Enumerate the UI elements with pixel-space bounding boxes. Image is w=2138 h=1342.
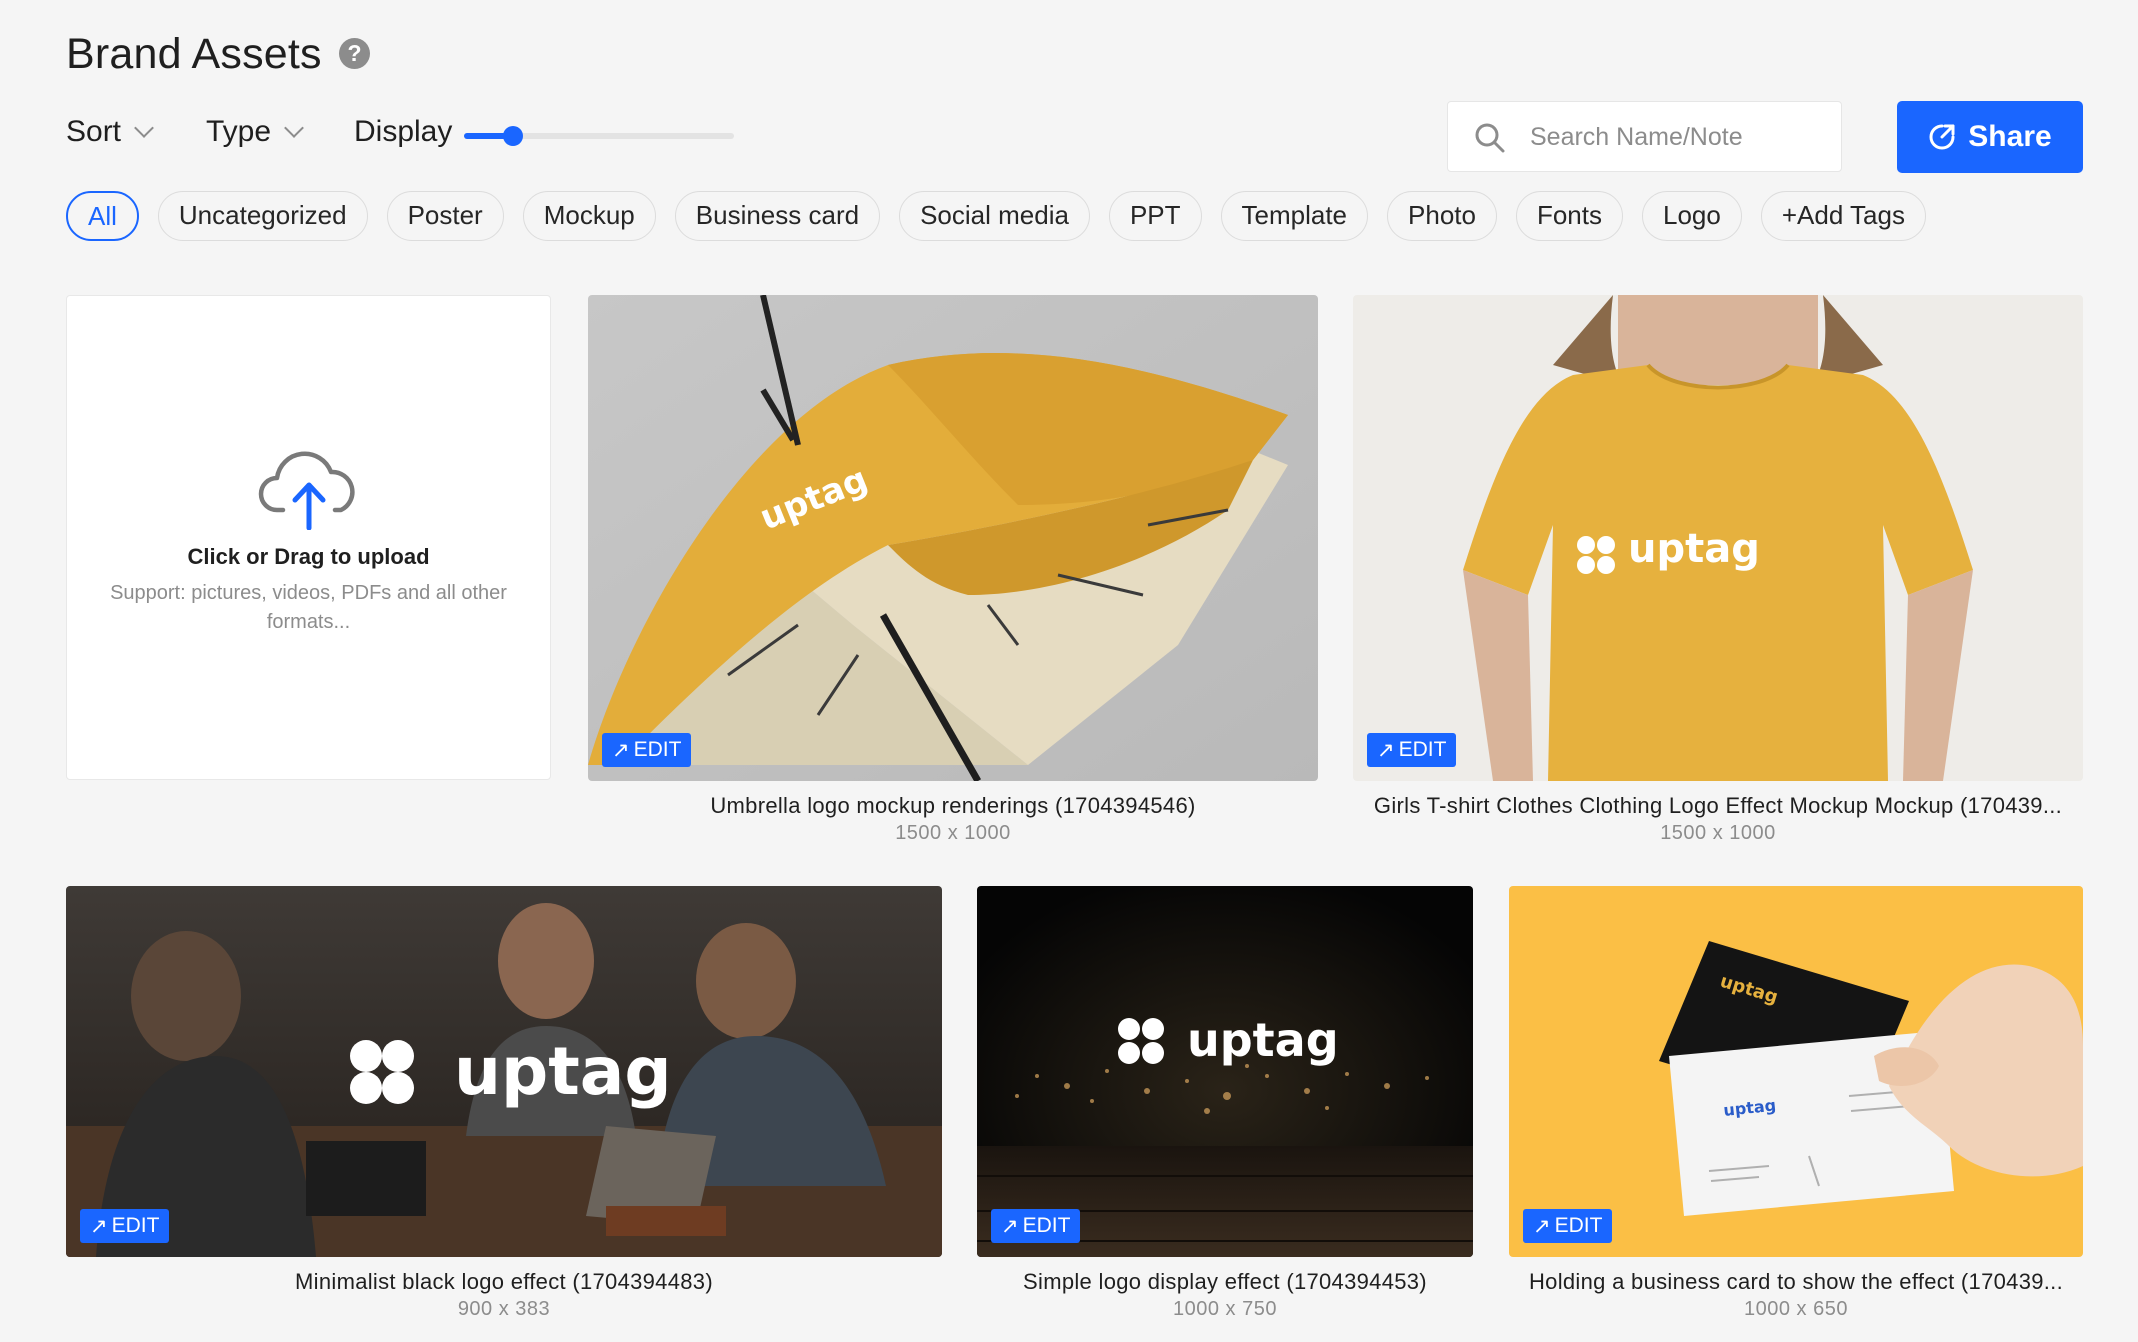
search-box[interactable]	[1447, 101, 1842, 173]
edit-label: EDIT	[111, 1214, 160, 1237]
tag-filter-mockup[interactable]: Mockup	[522, 191, 656, 241]
edit-label: EDIT	[1554, 1214, 1603, 1237]
asset-dimensions: 1500 x 1000	[895, 822, 1011, 844]
asset-dimensions: 1000 x 650	[1744, 1298, 1848, 1320]
chevron-down-icon	[284, 118, 304, 138]
edit-button[interactable]: ↗ EDIT	[80, 1209, 170, 1243]
search-input[interactable]	[1528, 102, 1832, 173]
upload-dropzone[interactable]: Click or Drag to upload Support: picture…	[66, 295, 551, 780]
asset-name: Holding a business card to show the effe…	[1528, 1269, 2064, 1294]
uptag-logo: uptag	[1187, 1013, 1339, 1067]
share-button[interactable]: Share	[1897, 101, 2083, 173]
edit-button[interactable]: ↗ EDIT	[1523, 1209, 1613, 1243]
tag-filter-business-card[interactable]: Business card	[674, 191, 881, 241]
question-circle-icon[interactable]: ?	[339, 38, 370, 69]
asset-dimensions: 900 x 383	[457, 1298, 551, 1320]
asset-name: Girls T-shirt Clothes Clothing Logo Effe…	[1373, 793, 2063, 818]
share-label: Share	[1968, 120, 2052, 153]
tag-filter-bar: All Uncategorized Poster Mockup Business car…	[66, 191, 1926, 241]
arrow-up-right-icon: ↗	[1001, 1214, 1019, 1238]
cloud-upload-icon	[258, 451, 355, 530]
display-slider[interactable]	[464, 126, 734, 146]
type-label: Type	[206, 115, 272, 148]
tag-filter-social-media[interactable]: Social media	[899, 191, 1090, 241]
asset-thumbnail-umbrella[interactable]: uptag ↗ EDIT	[588, 295, 1318, 781]
asset-dimensions: 1000 x 750	[1173, 1298, 1277, 1320]
arrow-up-right-icon: ↗	[612, 738, 630, 762]
arrow-up-right-icon: ↗	[1533, 1214, 1551, 1238]
edit-button[interactable]: ↗ EDIT	[991, 1209, 1081, 1243]
asset-name: Simple logo display effect (1704394453)	[1023, 1269, 1427, 1294]
tag-filter-photo[interactable]: Photo	[1387, 191, 1497, 241]
tag-filter-uncategorized[interactable]: Uncategorized	[157, 191, 368, 241]
page-title: Brand Assets	[66, 30, 322, 78]
upload-subtitle: Support: pictures, videos, PDFs and all …	[110, 582, 507, 633]
asset-dimensions: 1500 x 1000	[1660, 822, 1776, 844]
asset-name: Umbrella logo mockup renderings (1704394…	[710, 793, 1196, 818]
sort-dropdown[interactable]: Sort	[66, 115, 154, 149]
edit-button[interactable]: ↗ EDIT	[602, 733, 692, 767]
type-dropdown[interactable]: Type	[206, 115, 304, 149]
edit-label: EDIT	[1398, 738, 1447, 761]
asset-thumbnail-business-card[interactable]: uptag uptag ↗ EDIT	[1509, 886, 2083, 1257]
uptag-logo: uptag	[454, 1033, 672, 1110]
tag-filter-all[interactable]: All	[66, 191, 139, 241]
asset-name: Minimalist black logo effect (1704394483…	[295, 1269, 713, 1294]
edit-button[interactable]: ↗ EDIT	[1367, 733, 1457, 767]
display-label: Display	[354, 115, 453, 148]
tag-filter-add-tags[interactable]: +Add Tags	[1760, 191, 1926, 241]
asset-thumbnail-minimalist[interactable]: uptag ↗ EDIT	[66, 886, 942, 1257]
tag-filter-ppt[interactable]: PPT	[1108, 191, 1202, 241]
tag-filter-fonts[interactable]: Fonts	[1515, 191, 1623, 241]
share-icon	[1929, 124, 1955, 150]
edit-label: EDIT	[633, 738, 682, 761]
edit-label: EDIT	[1022, 1214, 1071, 1237]
display-slider-handle[interactable]	[502, 126, 523, 146]
asset-thumbnail-tshirt[interactable]: uptag ↗ EDIT	[1353, 295, 2083, 781]
tag-filter-poster[interactable]: Poster	[386, 191, 504, 241]
upload-title: Click or Drag to upload	[187, 544, 430, 569]
arrow-up-right-icon: ↗	[1377, 738, 1395, 762]
chevron-down-icon	[134, 118, 154, 138]
tag-filter-logo[interactable]: Logo	[1642, 191, 1742, 241]
tag-filter-template[interactable]: Template	[1220, 191, 1369, 241]
arrow-up-right-icon: ↗	[90, 1214, 108, 1238]
uptag-logo: uptag	[1628, 526, 1760, 572]
asset-thumbnail-simple[interactable]: uptag ↗ EDIT	[977, 886, 1473, 1257]
search-icon	[1475, 123, 1505, 153]
sort-label: Sort	[66, 115, 122, 148]
